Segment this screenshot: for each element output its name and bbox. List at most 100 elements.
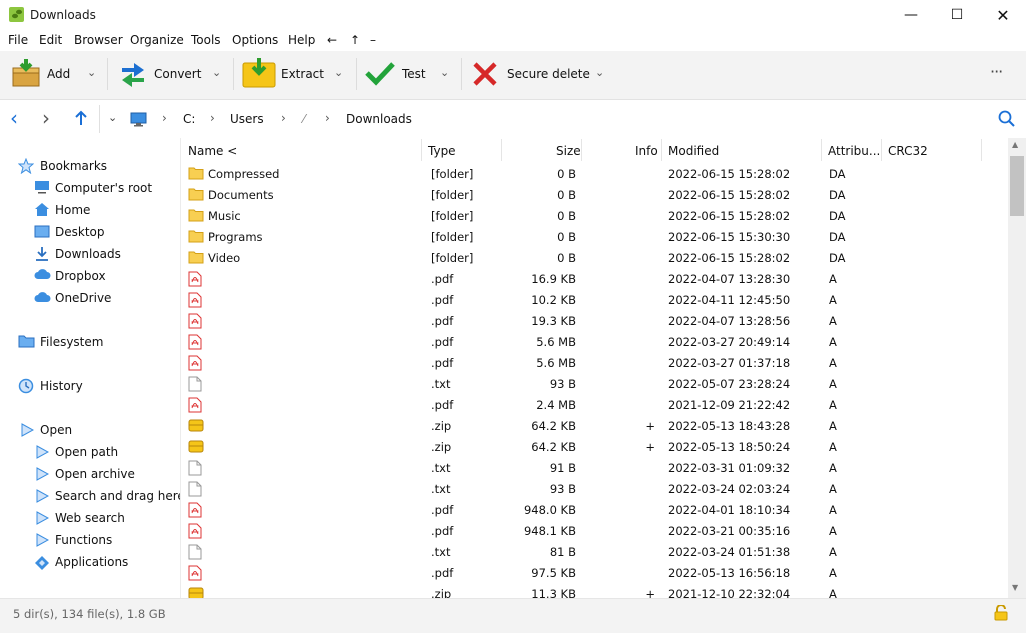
cell-type: .pdf — [431, 524, 454, 538]
table-row[interactable] — [181, 457, 1007, 478]
table-row[interactable] — [181, 562, 1007, 583]
extract-icon — [242, 57, 276, 92]
column-header-info[interactable]: Info — [635, 144, 658, 158]
table-row[interactable] — [181, 226, 1007, 247]
menu-file[interactable]: File — [8, 33, 28, 47]
sidebar-item-computers-root[interactable]: Computer's root — [55, 181, 152, 195]
sidebar-history[interactable]: History — [40, 379, 83, 393]
menu-up[interactable]: ↑ — [350, 33, 360, 47]
more-options-icon[interactable]: ··· — [990, 62, 1003, 81]
sidebar-item-desktop[interactable]: Desktop — [55, 225, 105, 239]
table-row[interactable] — [181, 268, 1007, 289]
column-divider[interactable] — [881, 139, 882, 161]
convert-dropdown-icon[interactable]: ⌄ — [212, 66, 221, 79]
search-icon[interactable] — [998, 110, 1016, 131]
sidebar-open[interactable]: Open — [40, 423, 72, 437]
sidebar-item-home[interactable]: Home — [55, 203, 90, 217]
column-divider[interactable] — [981, 139, 982, 161]
breadcrumb-downloads[interactable]: Downloads — [346, 112, 412, 126]
toolbar-divider — [356, 58, 357, 90]
cell-attributes: A — [829, 566, 837, 580]
extract-dropdown-icon[interactable]: ⌄ — [334, 66, 343, 79]
menu-more[interactable]: – — [370, 33, 376, 47]
scroll-up-arrow-icon[interactable]: ▲ — [1012, 140, 1018, 149]
computer-icon — [34, 180, 49, 195]
lock-icon[interactable] — [994, 604, 1008, 624]
secure-delete-dropdown-icon[interactable]: ⌄ — [595, 66, 604, 79]
table-row[interactable] — [181, 373, 1007, 394]
table-row[interactable] — [181, 247, 1007, 268]
sidebar-item-downloads[interactable]: Downloads — [55, 247, 121, 261]
breadcrumb-drive[interactable]: C: — [183, 112, 195, 126]
maximize-button[interactable]: ☐ — [934, 0, 980, 31]
table-row[interactable] — [181, 352, 1007, 373]
cell-type: .txt — [431, 545, 451, 559]
sidebar-item-open-path[interactable]: Open path — [55, 445, 118, 459]
column-header-modified[interactable]: Modified — [668, 144, 719, 158]
menu-help[interactable]: Help — [288, 33, 315, 47]
cell-size: 97.5 KB — [531, 566, 576, 580]
sidebar-item-dropbox[interactable]: Dropbox — [55, 269, 106, 283]
sidebar-item-web-search[interactable]: Web search — [55, 511, 125, 525]
table-row[interactable] — [181, 331, 1007, 352]
column-header-type[interactable]: Type — [428, 144, 456, 158]
folder-icon — [18, 334, 35, 349]
breadcrumb-user[interactable]: ⁄ — [303, 112, 305, 126]
menu-options[interactable]: Options — [232, 33, 278, 47]
cell-size: 64.2 KB — [531, 440, 576, 454]
sidebar-item-open-archive[interactable]: Open archive — [55, 467, 135, 481]
table-row[interactable] — [181, 310, 1007, 331]
cell-type: [folder] — [431, 230, 474, 244]
menu-browser[interactable]: Browser — [74, 33, 123, 47]
column-divider[interactable] — [421, 139, 422, 161]
sidebar-item-search-drag[interactable]: Search and drag here — [55, 489, 185, 503]
menu-tools[interactable]: Tools — [191, 33, 221, 47]
sidebar-item-functions[interactable]: Functions — [55, 533, 112, 547]
table-row[interactable] — [181, 541, 1007, 562]
table-row[interactable] — [181, 394, 1007, 415]
sidebar-filesystem[interactable]: Filesystem — [40, 335, 103, 349]
column-divider[interactable] — [661, 139, 662, 161]
column-divider[interactable] — [581, 139, 582, 161]
toolbar-divider — [461, 58, 462, 90]
column-header-size[interactable]: Size — [556, 144, 581, 158]
table-row[interactable] — [181, 520, 1007, 541]
computer-icon[interactable] — [130, 112, 147, 130]
table-row[interactable] — [181, 478, 1007, 499]
back-arrow-icon[interactable]: ‹ — [10, 106, 18, 130]
sidebar-item-onedrive[interactable]: OneDrive — [55, 291, 111, 305]
menu-organize[interactable]: Organize — [130, 33, 184, 47]
table-row[interactable] — [181, 163, 1007, 184]
forward-arrow-icon[interactable]: › — [42, 106, 50, 130]
history-dropdown-icon[interactable]: ⌄ — [108, 111, 117, 124]
cell-size: 0 B — [557, 230, 576, 244]
add-dropdown-icon[interactable]: ⌄ — [87, 66, 96, 79]
up-arrow-icon[interactable] — [73, 110, 89, 129]
scrollbar-thumb[interactable] — [1010, 156, 1024, 216]
minimize-button[interactable]: — — [888, 0, 934, 31]
column-header-crc32[interactable]: CRC32 — [888, 144, 928, 158]
scroll-down-arrow-icon[interactable]: ▼ — [1012, 583, 1018, 592]
cell-attributes: DA — [829, 188, 846, 202]
sidebar-bookmarks[interactable]: Bookmarks — [40, 159, 107, 173]
breadcrumb-users[interactable]: Users — [230, 112, 264, 126]
menu-back[interactable]: ← — [327, 33, 337, 47]
folder-icon — [188, 250, 204, 266]
column-divider[interactable] — [821, 139, 822, 161]
menu-edit[interactable]: Edit — [39, 33, 62, 47]
table-row[interactable] — [181, 289, 1007, 310]
cell-modified: 2022-06-15 15:28:02 — [668, 188, 791, 202]
cell-modified: 2022-06-15 15:28:02 — [668, 209, 791, 223]
column-divider[interactable] — [501, 139, 502, 161]
history-icon — [18, 378, 34, 394]
table-row[interactable] — [181, 499, 1007, 520]
close-button[interactable]: ✕ — [980, 0, 1026, 31]
table-row[interactable] — [181, 205, 1007, 226]
column-header-name[interactable]: Name < — [188, 144, 237, 158]
column-header-attributes[interactable]: Attribu... — [828, 144, 880, 158]
test-dropdown-icon[interactable]: ⌄ — [440, 66, 449, 79]
sidebar-item-applications[interactable]: Applications — [55, 555, 128, 569]
cell-modified: 2022-03-24 02:03:24 — [668, 482, 791, 496]
table-row[interactable] — [181, 184, 1007, 205]
txt-icon — [188, 544, 204, 560]
